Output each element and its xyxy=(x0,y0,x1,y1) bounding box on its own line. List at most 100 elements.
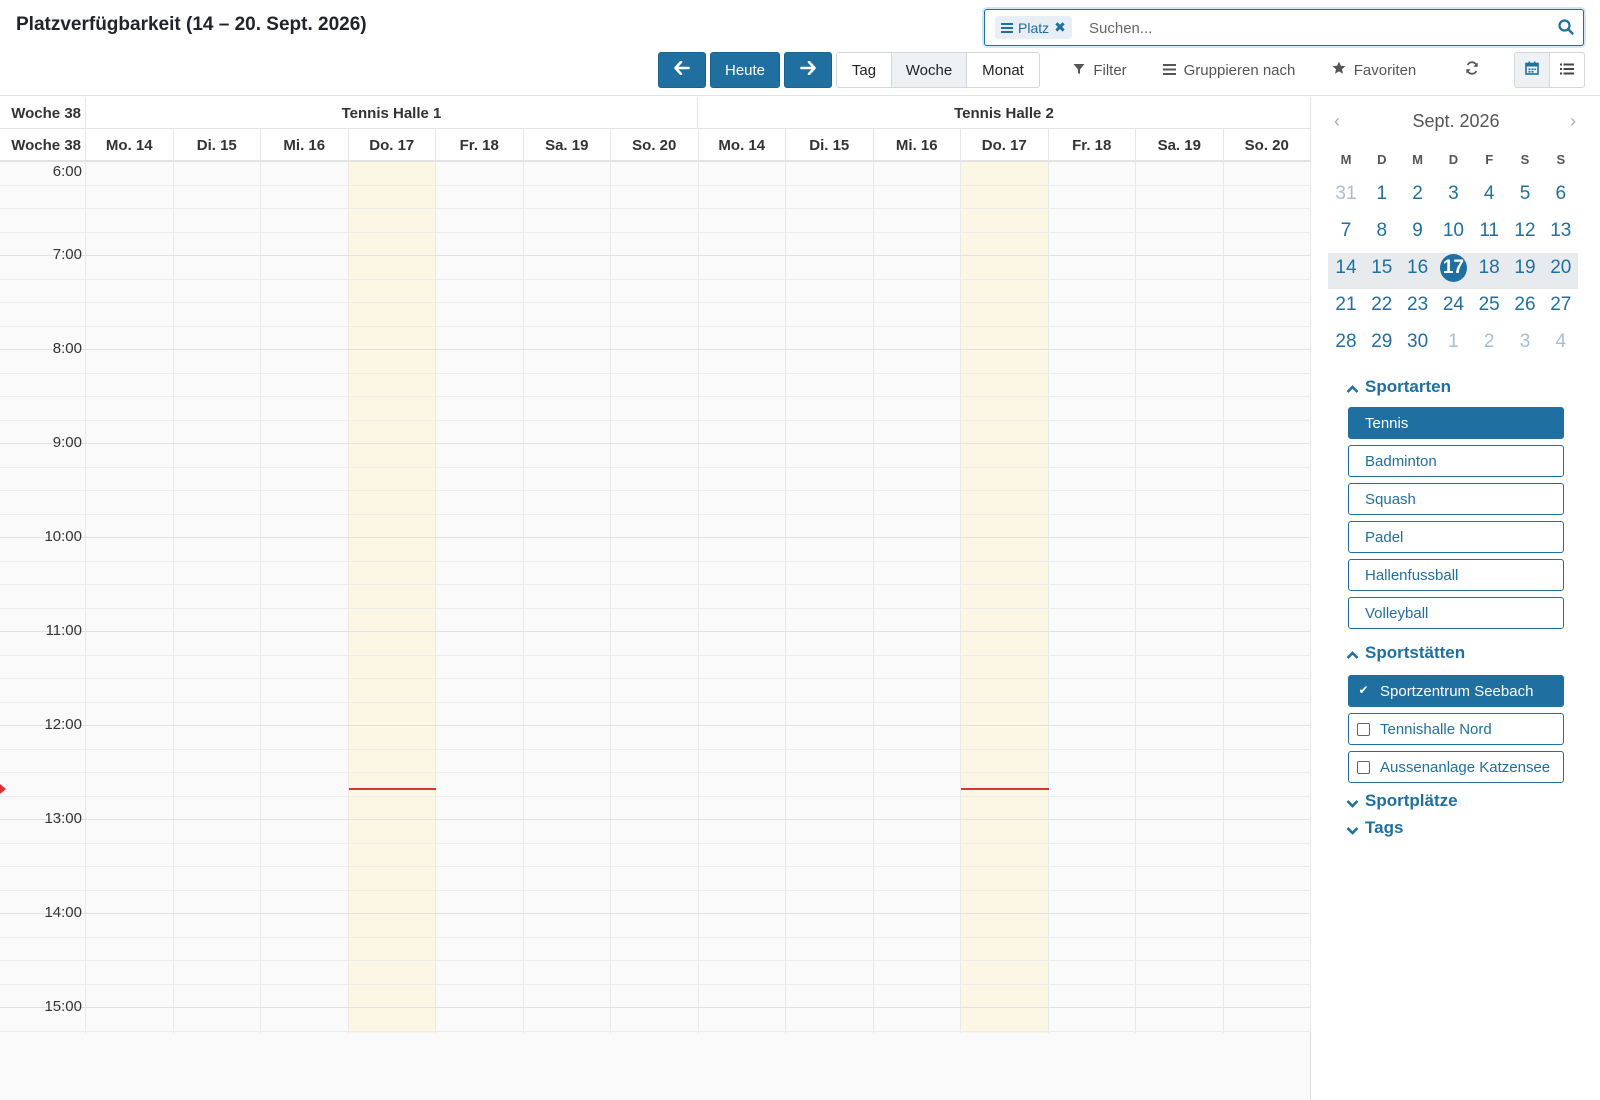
mini-calendar-day[interactable]: 20 xyxy=(1543,253,1579,283)
chevron-right-icon[interactable]: › xyxy=(1570,111,1576,132)
filter-sport-item[interactable]: Tennis xyxy=(1348,407,1564,439)
mini-calendar-day[interactable]: 10 xyxy=(1435,216,1471,246)
weekday-label: M xyxy=(1412,152,1424,167)
mini-calendar-day[interactable]: 25 xyxy=(1471,290,1507,320)
day-header: Mi. 16 xyxy=(261,129,349,161)
day-column[interactable] xyxy=(86,161,174,1033)
mini-calendar-day[interactable]: 23 xyxy=(1400,290,1436,320)
mini-calendar-day[interactable]: 8 xyxy=(1364,216,1400,246)
mini-calendar-day[interactable]: 28 xyxy=(1328,327,1364,357)
day-header: Mi. 16 xyxy=(874,129,961,161)
selected-day[interactable]: 17 xyxy=(1435,253,1471,283)
previous-button[interactable] xyxy=(658,52,706,88)
time-axis-column xyxy=(0,161,86,1033)
mini-calendar-day[interactable]: 2 xyxy=(1471,327,1507,357)
day-column[interactable] xyxy=(874,161,961,1033)
mini-calendar-day[interactable]: 5 xyxy=(1507,179,1543,209)
grid-line xyxy=(0,889,1311,891)
day-column[interactable] xyxy=(436,161,524,1033)
day-column[interactable] xyxy=(348,161,436,1033)
month-view-button[interactable]: Monat xyxy=(966,52,1040,88)
mini-calendar-day[interactable]: 4 xyxy=(1471,179,1507,209)
search-input[interactable] xyxy=(1089,15,1529,41)
checkbox-icon[interactable] xyxy=(1357,722,1370,736)
filter-sport-item[interactable]: Padel xyxy=(1348,521,1564,553)
mini-calendar-day[interactable]: 13 xyxy=(1543,216,1579,246)
day-column[interactable] xyxy=(786,161,874,1033)
mini-calendar-day[interactable]: 29 xyxy=(1364,327,1400,357)
grid-line xyxy=(0,842,1311,844)
group-by-label: Gruppieren nach xyxy=(1183,61,1296,79)
mini-calendar-day[interactable]: 24 xyxy=(1435,290,1471,320)
search-facet-label: Platz xyxy=(1018,19,1050,36)
mini-calendar-day[interactable]: 22 xyxy=(1364,290,1400,320)
search-icon[interactable] xyxy=(1557,18,1577,38)
day-view-button[interactable]: Tag xyxy=(836,52,892,88)
filter-venue-item[interactable]: ✔ Sportzentrum Seebach xyxy=(1348,675,1564,707)
mini-calendar-day[interactable]: 9 xyxy=(1400,216,1436,246)
mini-calendar-day[interactable]: 2 xyxy=(1400,179,1436,209)
day-column[interactable] xyxy=(699,161,786,1033)
favorites-button[interactable]: Favoriten xyxy=(1324,52,1424,88)
day-column[interactable] xyxy=(524,161,611,1033)
filter-venue-item[interactable]: Aussenanlage Katzensee xyxy=(1348,751,1564,783)
refresh-button[interactable] xyxy=(1458,52,1486,88)
mini-calendar-day[interactable]: 19 xyxy=(1507,253,1543,283)
mini-calendar-day[interactable]: 3 xyxy=(1507,327,1543,357)
day-column[interactable] xyxy=(1049,161,1136,1033)
section-sports-toggle[interactable]: Sportarten xyxy=(1346,377,1451,397)
checkbox-icon[interactable]: ✔ xyxy=(1357,684,1370,698)
next-button[interactable] xyxy=(784,52,832,88)
today-button[interactable]: Heute xyxy=(710,52,780,88)
filter-sport-item[interactable]: Badminton xyxy=(1348,445,1564,477)
calendar-view-button[interactable] xyxy=(1514,52,1550,88)
mini-calendar-day[interactable]: 1 xyxy=(1364,179,1400,209)
day-column[interactable] xyxy=(611,161,699,1033)
grid-line xyxy=(0,631,1311,632)
mini-calendar-day[interactable]: 4 xyxy=(1543,327,1579,357)
filter-venue-label: Tennishalle Nord xyxy=(1380,720,1492,738)
mini-calendar-day[interactable]: 30 xyxy=(1400,327,1436,357)
section-venues-toggle[interactable]: Sportstätten xyxy=(1346,643,1465,663)
filter-sport-item[interactable]: Hallenfussball xyxy=(1348,559,1564,591)
checkbox-icon[interactable] xyxy=(1357,760,1370,774)
list-view-button[interactable] xyxy=(1549,52,1585,88)
mini-calendar-day[interactable]: 11 xyxy=(1471,216,1507,246)
filter-sport-item[interactable]: Squash xyxy=(1348,483,1564,515)
day-column[interactable] xyxy=(174,161,261,1033)
current-time-line xyxy=(348,787,436,790)
mini-calendar-day[interactable]: 16 xyxy=(1400,253,1436,283)
list-icon xyxy=(1560,62,1574,79)
grid-line xyxy=(0,560,1311,562)
day-column[interactable] xyxy=(1224,161,1311,1033)
mini-calendar-day[interactable]: 12 xyxy=(1507,216,1543,246)
mini-calendar-day[interactable]: 6 xyxy=(1543,179,1579,209)
day-column[interactable] xyxy=(961,161,1049,1033)
day-column[interactable] xyxy=(261,161,349,1033)
grid-line xyxy=(0,302,1311,303)
week-view-button[interactable]: Woche xyxy=(891,52,967,88)
mini-calendar-day[interactable]: 27 xyxy=(1543,290,1579,320)
time-grid[interactable]: 6:00 7:00 8:00 9:00 10:00 11:00 12:00 13:00 14:0… xyxy=(0,161,1311,1033)
mini-calendar-day[interactable]: 18 xyxy=(1471,253,1507,283)
mini-calendar-day[interactable]: 21 xyxy=(1328,290,1364,320)
mini-calendar-day[interactable]: 1 xyxy=(1435,327,1471,357)
group-icon xyxy=(1001,22,1013,33)
search-facet[interactable]: Platz ✖ xyxy=(995,16,1072,39)
group-by-button[interactable]: Gruppieren nach xyxy=(1154,52,1304,88)
mini-calendar-day[interactable]: 3 xyxy=(1435,179,1471,209)
filter-button[interactable]: Filter xyxy=(1064,52,1136,88)
filter-venue-item[interactable]: Tennishalle Nord xyxy=(1348,713,1564,745)
mini-calendar-day[interactable]: 26 xyxy=(1507,290,1543,320)
remove-facet-icon[interactable]: ✖ xyxy=(1054,19,1066,36)
grid-line xyxy=(0,654,1311,656)
mini-calendar-day[interactable]: 7 xyxy=(1328,216,1364,246)
search-box[interactable]: Platz ✖ xyxy=(984,9,1584,46)
mini-calendar-day[interactable]: 15 xyxy=(1364,253,1400,283)
section-courts-toggle[interactable]: Sportplätze xyxy=(1346,791,1458,811)
filter-sport-item[interactable]: Volleyball xyxy=(1348,597,1564,629)
day-column[interactable] xyxy=(1136,161,1224,1033)
mini-calendar-day[interactable]: 14 xyxy=(1328,253,1364,283)
mini-calendar-day[interactable]: 31 xyxy=(1328,179,1364,209)
section-tags-toggle[interactable]: Tags xyxy=(1346,818,1403,838)
